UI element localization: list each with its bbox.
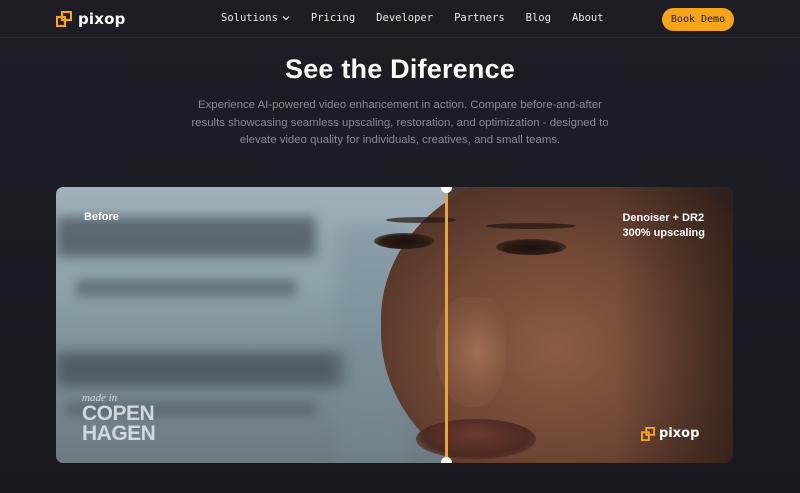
nav-item-label: About [571,12,604,24]
nav-item-pricing[interactable]: Pricing [311,12,355,24]
face-eye [374,233,434,249]
watermark-hagen: HAGEN [82,422,156,445]
comparison-slider-line[interactable] [445,187,448,463]
after-label-line2: 300% upscaling [622,227,705,239]
page-subtitle: Experience AI-powered video enhancement … [191,99,609,146]
blurred-sign-band [76,279,296,297]
book-demo-button[interactable]: Book Demo [662,8,734,31]
chevron-down-icon [282,16,290,21]
face-lips [416,419,536,459]
blurred-sign-band [56,352,346,386]
slider-handle-bottom[interactable] [441,457,452,463]
logo[interactable]: pixop [56,9,126,29]
nav-item-partners[interactable]: Partners [454,12,505,24]
watermark-copen: COPEN [82,402,155,425]
nav-item-label: Developer [376,12,434,24]
nav-item-blog[interactable]: Blog [526,12,551,24]
pixop-video-watermark: pixop [641,426,699,441]
nav-item-label: Partners [454,12,505,24]
nav-item-solutions[interactable]: Solutions [221,12,290,24]
nav-item-label: Solutions [221,12,278,24]
nav-item-label: Pricing [310,12,356,24]
blurred-sign-band [56,217,316,257]
watermark-brand-text: pixop [659,426,700,441]
face-eye [496,239,566,255]
pixop-logo-icon [641,426,655,441]
face-brow [486,223,576,229]
made-in-copenhagen-watermark: made in COPEN HAGEN [82,393,172,453]
nav-item-developer[interactable]: Developer [376,12,433,24]
page-title: See the Diference [285,54,515,84]
nav-item-about[interactable]: About [572,12,604,24]
before-label: Before [84,211,119,223]
logo-text: pixop [78,10,126,28]
after-label-line1: Denoiser + DR2 [622,212,705,224]
main-menu: Solutions Pricing Developer Partners Blo… [221,12,604,24]
nav-item-label: Blog [525,12,551,24]
after-label: Denoiser + DR2 300% upscaling [622,211,705,241]
before-after-comparison[interactable]: Before Denoiser + DR2 300% upscaling mad… [56,187,733,463]
top-nav: pixop Solutions Pricing Developer Partne… [0,0,800,38]
pixop-logo-icon [56,11,72,27]
